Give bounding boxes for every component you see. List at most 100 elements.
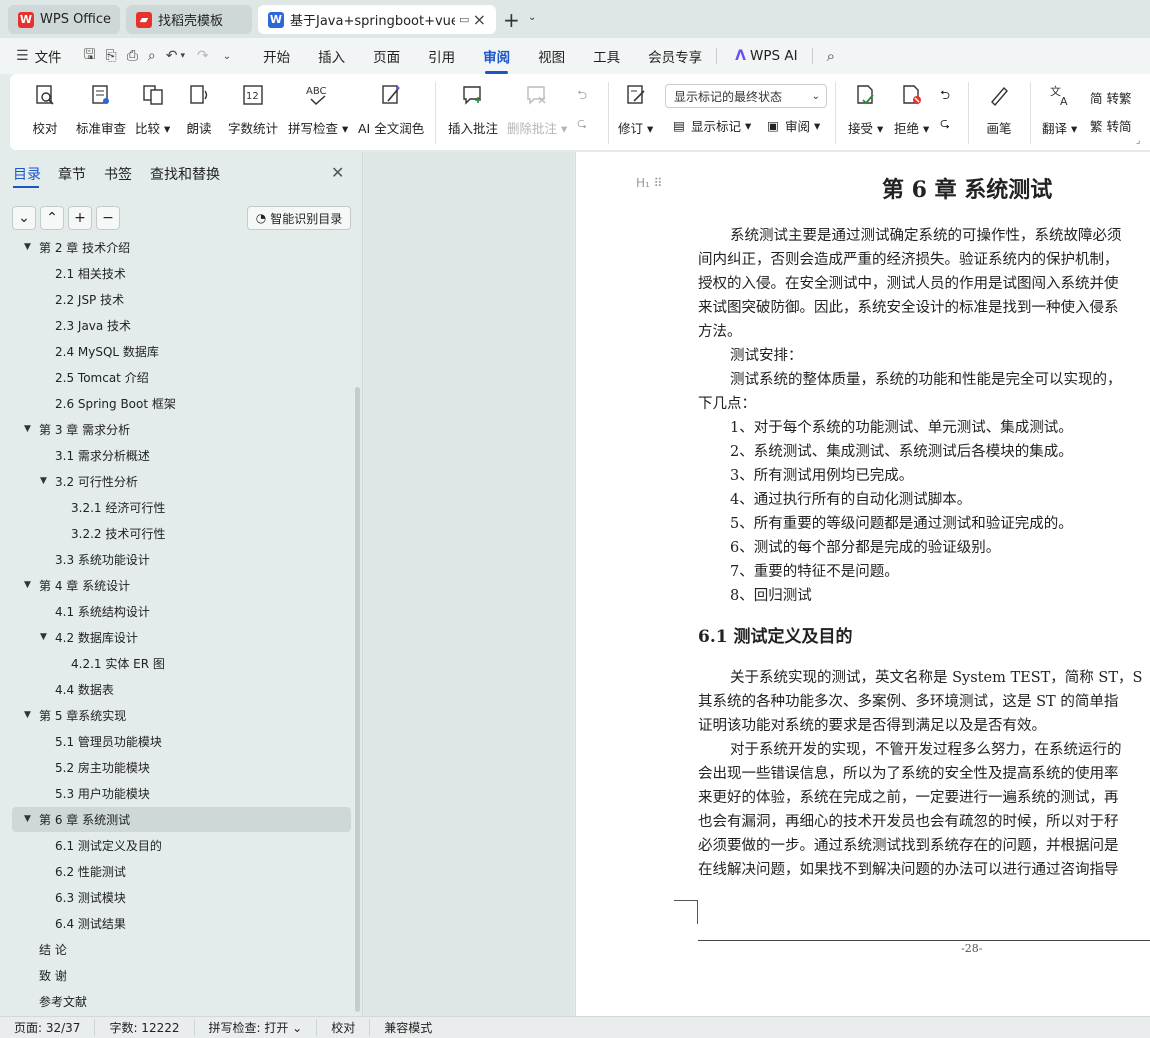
collapse-up-button[interactable]: ⌃ xyxy=(40,206,64,230)
toc-item[interactable]: 2.2 JSP 技术 xyxy=(55,288,124,310)
heading-level-marker[interactable]: H₁ ⠿ xyxy=(636,176,662,190)
show-markup-button[interactable]: ▤ 显示标记 ▾ xyxy=(670,116,751,135)
toc-scrollbar[interactable] xyxy=(355,387,360,1012)
markup-display-select[interactable]: 显示标记的最终状态 ⌄ xyxy=(665,84,827,108)
menu-insert[interactable]: 插入 xyxy=(318,46,345,66)
toc-item[interactable]: 6.2 性能测试 xyxy=(55,860,126,882)
proofread-button[interactable]: 校对 xyxy=(32,82,58,137)
spell-check-button[interactable]: ABC 拼写检查 ▾ xyxy=(288,82,348,137)
menu-page[interactable]: 页面 xyxy=(373,46,400,66)
word-count-button[interactable]: 12 字数统计 xyxy=(228,82,278,137)
expand-arrow-icon[interactable]: ▼ xyxy=(24,424,31,434)
review-pane-button[interactable]: ▣ 审阅 ▾ xyxy=(764,116,820,135)
toc-item[interactable]: 2.6 Spring Boot 框架 xyxy=(55,392,176,414)
previous-comment-icon[interactable]: ⮌ xyxy=(577,86,587,107)
search-icon[interactable]: ⌕ xyxy=(827,47,835,65)
toc-item-ch2[interactable]: ▼ 第 2 章 技术介绍 xyxy=(24,242,130,258)
next-change-icon[interactable]: ⮎ xyxy=(940,114,950,135)
to-simplified-button[interactable]: 繁 转简 xyxy=(1090,116,1131,135)
compare-button[interactable]: 比较 ▾ xyxy=(135,82,170,137)
menu-wps-ai[interactable]: WPS AI xyxy=(750,48,798,64)
panel-tab-toc[interactable]: 目录 xyxy=(13,164,41,184)
tab-docer-templates[interactable]: ▰ 找稻壳模板 xyxy=(126,5,252,34)
tab-current-document[interactable]: W 基于Java+springboot+vue· ▭ × xyxy=(258,5,496,34)
undo-icon[interactable]: ↶ xyxy=(166,48,178,64)
accept-button[interactable]: 接受 ▾ xyxy=(848,82,883,137)
toc-item-ch3[interactable]: ▼ 第 3 章 需求分析 xyxy=(24,418,130,440)
chevron-down-icon[interactable]: ⌄ xyxy=(528,12,536,23)
smart-toc-button[interactable]: ◔ 智能识别目录 xyxy=(247,206,351,230)
close-panel-icon[interactable]: ✕ xyxy=(331,163,344,182)
toc-item[interactable]: 3.1 需求分析概述 xyxy=(55,444,150,466)
status-proofread[interactable]: 校对 xyxy=(317,1019,371,1036)
toc-item[interactable]: 4.2.1 实体 ER 图 xyxy=(71,652,165,674)
toc-item-ch4[interactable]: ▼ 第 4 章 系统设计 xyxy=(24,574,130,596)
toc-item-ch5[interactable]: ▼ 第 5 章系统实现 xyxy=(24,704,126,726)
toc-item[interactable]: 2.3 Java 技术 xyxy=(55,314,131,336)
more-chevron-icon[interactable]: ⌄ xyxy=(223,51,231,62)
toc-item[interactable]: 6.4 测试结果 xyxy=(55,912,126,934)
read-aloud-button[interactable]: 朗读 xyxy=(186,82,212,137)
collapse-down-button[interactable]: ⌄ xyxy=(12,206,36,230)
menu-references[interactable]: 引用 xyxy=(428,46,455,66)
expand-arrow-icon[interactable]: ▼ xyxy=(24,242,31,252)
export-pdf-icon[interactable]: ⎘ xyxy=(106,48,117,64)
expand-arrow-icon[interactable]: ▼ xyxy=(40,632,47,642)
standard-review-button[interactable]: 标准审查 xyxy=(76,82,126,137)
expand-arrow-icon[interactable]: ▼ xyxy=(40,476,47,486)
toc-item[interactable]: 结 论 xyxy=(39,938,67,960)
toc-item[interactable]: 2.1 相关技术 xyxy=(55,262,126,284)
toc-item[interactable]: 5.2 房主功能模块 xyxy=(55,756,150,778)
menu-review[interactable]: 审阅 xyxy=(483,46,510,74)
next-comment-icon[interactable]: ⮎ xyxy=(577,114,587,135)
monitor-icon[interactable]: ▭ xyxy=(459,13,469,26)
redo-icon[interactable]: ↷ xyxy=(197,48,209,64)
toc-item[interactable]: 5.3 用户功能模块 xyxy=(55,782,150,804)
toc-item[interactable]: 致 谢 xyxy=(39,964,67,986)
undo-dropdown-icon[interactable]: ▾ xyxy=(180,51,185,61)
close-tab-icon[interactable]: × xyxy=(473,10,486,29)
expand-arrow-icon[interactable]: ▼ xyxy=(24,814,31,824)
toc-item[interactable]: 2.4 MySQL 数据库 xyxy=(55,340,159,362)
status-word-count[interactable]: 字数: 12222 xyxy=(95,1019,195,1036)
previous-change-icon[interactable]: ⮌ xyxy=(940,86,950,107)
toc-item[interactable]: 2.5 Tomcat 介绍 xyxy=(55,366,149,388)
translate-button[interactable]: 文A 翻译 ▾ xyxy=(1042,82,1077,137)
toc-item[interactable]: 4.4 数据表 xyxy=(55,678,114,700)
toc-item[interactable]: 3.2.2 技术可行性 xyxy=(71,522,165,544)
tab-wps-office[interactable]: W WPS Office xyxy=(8,5,120,34)
delete-comment-button[interactable]: 删除批注 ▾ xyxy=(507,82,567,137)
toc-item[interactable]: ▼ 4.2 数据库设计 xyxy=(40,626,138,648)
new-tab-icon[interactable]: + xyxy=(503,8,520,32)
toc-item[interactable]: 6.3 测试模块 xyxy=(55,886,126,908)
ribbon-expand-icon[interactable]: ⌟ xyxy=(1136,136,1140,146)
hamburger-menu-icon[interactable]: ☰ xyxy=(16,48,29,64)
toc-item[interactable]: 3.3 系统功能设计 xyxy=(55,548,150,570)
toc-item-ch6-selected[interactable]: ▼ 第 6 章 系统测试 xyxy=(24,808,130,830)
demote-heading-button[interactable]: − xyxy=(96,206,120,230)
expand-arrow-icon[interactable]: ▼ xyxy=(24,710,31,720)
toc-item[interactable]: 3.2.1 经济可行性 xyxy=(71,496,165,518)
expand-arrow-icon[interactable]: ▼ xyxy=(24,580,31,590)
panel-tab-chapters[interactable]: 章节 xyxy=(58,164,86,184)
menu-home[interactable]: 开始 xyxy=(263,46,290,66)
insert-comment-button[interactable]: 插入批注 xyxy=(448,82,498,137)
panel-tab-find-replace[interactable]: 查找和替换 xyxy=(150,164,220,184)
status-spell-check[interactable]: 拼写检查: 打开 ⌄ xyxy=(195,1019,318,1036)
toc-item[interactable]: ▼ 3.2 可行性分析 xyxy=(40,470,138,492)
menu-member[interactable]: 会员专享 xyxy=(648,46,702,66)
menu-file[interactable]: 文件 xyxy=(35,46,62,66)
menu-view[interactable]: 视图 xyxy=(538,46,565,66)
panel-tab-bookmarks[interactable]: 书签 xyxy=(104,164,132,184)
to-traditional-button[interactable]: 简 转繁 xyxy=(1090,88,1131,107)
toc-item[interactable]: 5.1 管理员功能模块 xyxy=(55,730,162,752)
toc-item[interactable]: 参考文献 xyxy=(39,990,87,1012)
menu-tools[interactable]: 工具 xyxy=(593,46,620,66)
revise-button[interactable]: 修订 ▾ xyxy=(618,82,653,137)
promote-heading-button[interactable]: + xyxy=(68,206,92,230)
pen-button[interactable]: 画笔 xyxy=(986,82,1012,137)
ai-polish-button[interactable]: AI 全文润色 xyxy=(358,82,424,137)
print-preview-icon[interactable]: ⌕ xyxy=(148,48,156,64)
toc-item[interactable]: 6.1 测试定义及目的 xyxy=(55,834,162,856)
toc-item[interactable]: 4.1 系统结构设计 xyxy=(55,600,150,622)
